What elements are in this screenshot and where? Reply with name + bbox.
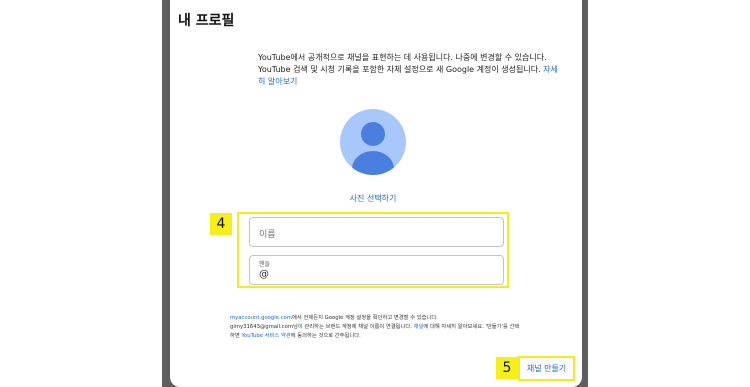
myaccount-link[interactable]: myaccount.google.com [230, 315, 292, 321]
name-field[interactable]: 이름 [249, 217, 504, 247]
create-channel-dialog: 내 프로필 YouTube에서 공개적으로 채널을 표현하는 데 사용됩니다. … [170, 0, 582, 387]
avatar-head-icon [361, 122, 385, 146]
footer-disclaimer: myaccount.google.com에서 언제든지 Google 계정 설정… [230, 314, 520, 341]
handle-label: 핸들 [259, 261, 271, 268]
channel-link[interactable]: 채널 [414, 324, 424, 330]
create-channel-button[interactable]: 채널 만들기 [520, 358, 573, 379]
name-placeholder: 이름 [259, 230, 276, 240]
intro-paragraph: YouTube에서 공개적으로 채널을 표현하는 데 사용됩니다. 나중에 변경… [258, 52, 558, 88]
footer-text-1: 에서 언제든지 Google 계정 설정을 확인하고 변경할 수 있습니다. [292, 315, 438, 321]
handle-value: @ [259, 269, 269, 280]
create-button-highlight: 채널 만들기 [518, 356, 575, 381]
select-photo-link[interactable]: 사진 선택하기 [320, 193, 426, 204]
annotation-marker-4: 4 [210, 213, 232, 235]
youtube-terms-link[interactable]: YouTube 서비스 약관 [241, 333, 290, 339]
dialog-title: 내 프로필 [178, 13, 235, 29]
profile-avatar[interactable] [340, 109, 406, 175]
footer-text-4: 에 동의하는 것으로 간주됩니다. [290, 333, 361, 339]
footer-text-2: gimy31643@gmail.com님이 관리하는 브랜드 계정에 채널 이름… [230, 324, 412, 330]
intro-text: YouTube에서 공개적으로 채널을 표현하는 데 사용됩니다. 나중에 변경… [258, 53, 547, 74]
handle-field[interactable]: 핸들 @ [249, 255, 504, 285]
annotation-marker-5: 5 [496, 357, 518, 379]
avatar-body-icon [352, 151, 394, 175]
